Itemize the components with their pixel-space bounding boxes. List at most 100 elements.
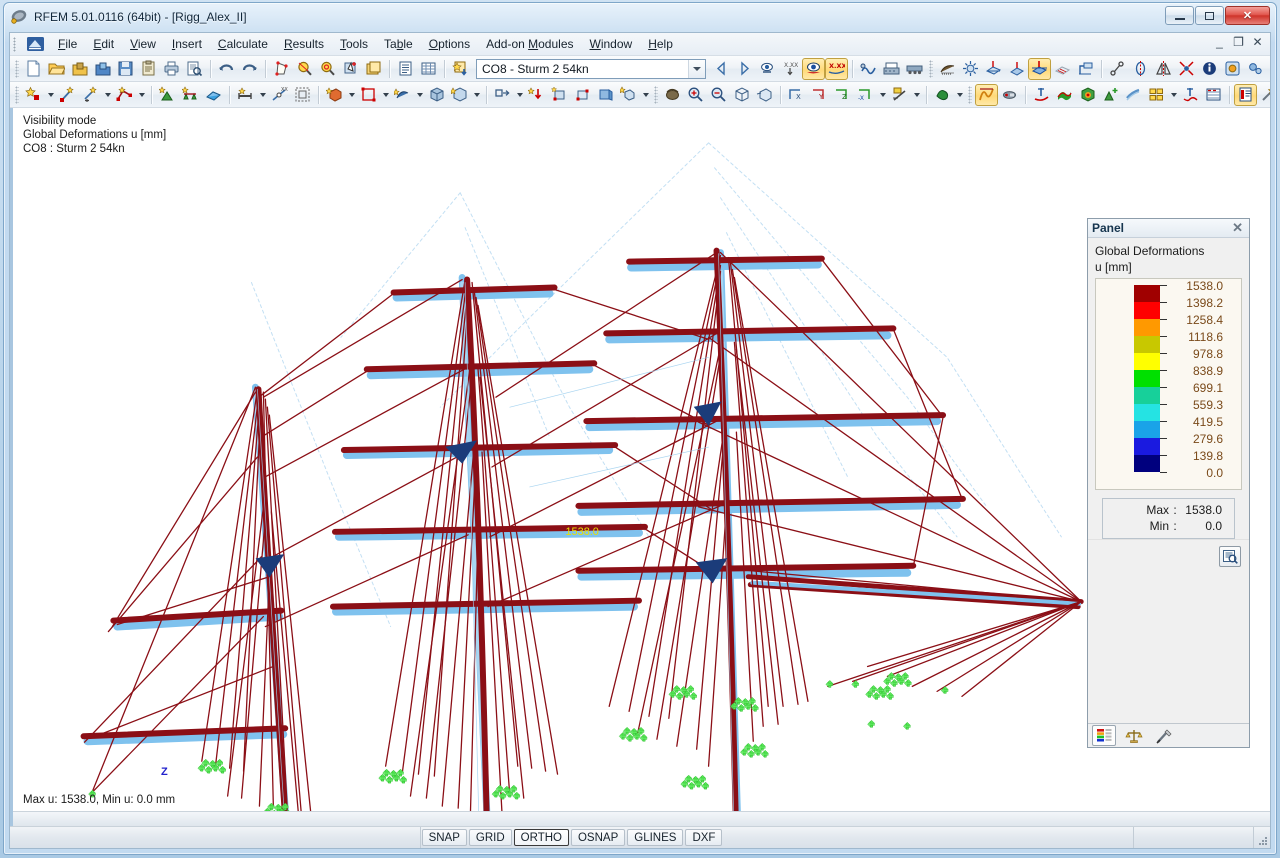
menu-help[interactable]: Help xyxy=(640,34,681,54)
train-icon[interactable] xyxy=(903,58,926,80)
filter-tab[interactable] xyxy=(1152,725,1176,746)
table-list-icon[interactable] xyxy=(394,58,417,80)
mdi-close-button[interactable]: ✕ xyxy=(1251,36,1264,48)
new-line-support-icon[interactable] xyxy=(179,84,202,106)
view-clip-dropdown[interactable] xyxy=(911,84,922,106)
new-opening-icon[interactable] xyxy=(291,84,314,106)
new-polyline-icon[interactable] xyxy=(113,84,136,106)
new-node-icon[interactable] xyxy=(22,84,45,106)
mdi-restore-button[interactable]: ❐ xyxy=(1232,36,1245,48)
copy-object-dropdown[interactable] xyxy=(471,84,482,106)
zoom-all-icon[interactable] xyxy=(316,58,339,80)
menubar-grip[interactable] xyxy=(13,37,16,52)
show-results-icon[interactable] xyxy=(802,58,825,80)
zoom-in-icon[interactable] xyxy=(684,84,707,106)
coordinate-system-icon[interactable] xyxy=(1074,58,1097,80)
next-case-icon[interactable] xyxy=(733,58,756,80)
view-toolbar-grip[interactable] xyxy=(654,86,658,104)
menu-view[interactable]: View xyxy=(122,34,164,54)
extrude-icon[interactable] xyxy=(594,84,617,106)
main-toolbar-grip[interactable] xyxy=(15,60,19,78)
prev-case-icon[interactable] xyxy=(710,58,733,80)
menu-tools[interactable]: Tools xyxy=(332,34,376,54)
result-labels-icon[interactable]: X.XX xyxy=(825,58,848,80)
view-perspective-icon[interactable] xyxy=(753,84,776,106)
menu-window[interactable]: Window xyxy=(582,34,641,54)
folder-icon[interactable] xyxy=(362,58,385,80)
menu-file[interactable]: FFileile xyxy=(50,34,85,54)
new-load-dropdown[interactable] xyxy=(380,84,391,106)
new-dimension-icon[interactable] xyxy=(79,84,102,106)
status-grid-button[interactable]: GRID xyxy=(469,829,512,846)
panels-icon[interactable] xyxy=(1145,84,1168,106)
pick-icon[interactable] xyxy=(339,58,362,80)
print-icon[interactable] xyxy=(160,58,183,80)
color-legend[interactable]: 1538.01398.21258.41118.6978.8838.9699.15… xyxy=(1095,278,1242,490)
result-numeric-icon[interactable]: X.XX xyxy=(779,58,802,80)
secondary-toolbar-grip[interactable] xyxy=(15,86,19,104)
grid-icon[interactable] xyxy=(1051,58,1074,80)
new-node-dropdown[interactable] xyxy=(45,84,56,106)
cube-icon[interactable] xyxy=(425,84,448,106)
new-nodal-load-dropdown[interactable] xyxy=(414,84,425,106)
section-icon[interactable] xyxy=(998,84,1021,106)
menu-addon-modules[interactable]: Add-on Modules xyxy=(478,34,581,54)
result-values-icon[interactable] xyxy=(756,58,779,80)
snap-settings-icon[interactable] xyxy=(959,58,982,80)
menu-table[interactable]: Table xyxy=(376,34,421,54)
diagram-icon[interactable] xyxy=(1179,84,1202,106)
shading-icon[interactable] xyxy=(931,84,954,106)
new-polyline-dropdown[interactable] xyxy=(136,84,147,106)
workplane-xz-icon[interactable] xyxy=(1028,58,1051,80)
gears-icon[interactable] xyxy=(1244,58,1267,80)
mesh-icon[interactable] xyxy=(936,58,959,80)
new-line-icon[interactable] xyxy=(56,84,79,106)
save-as-icon[interactable] xyxy=(68,58,91,80)
render-icon[interactable] xyxy=(270,58,293,80)
smooth-icon[interactable] xyxy=(1122,84,1145,106)
open-file-icon[interactable] xyxy=(45,58,68,80)
load-case-combo[interactable]: CO8 - Sturm 2 54kn xyxy=(476,59,706,79)
zoom-out-icon[interactable] xyxy=(707,84,730,106)
menu-options[interactable]: Options xyxy=(421,34,478,54)
new-member-icon[interactable] xyxy=(234,84,257,106)
view-iso-icon[interactable] xyxy=(730,84,753,106)
new-surface-icon[interactable] xyxy=(202,84,225,106)
grid-table-icon[interactable] xyxy=(417,58,440,80)
move-object-dropdown[interactable] xyxy=(514,84,525,106)
view-negx-icon[interactable]: -X xyxy=(854,84,877,106)
printout-report-icon[interactable] xyxy=(880,58,903,80)
menu-results[interactable]: Results xyxy=(276,34,332,54)
document-horizontal-scrollbar[interactable] xyxy=(13,811,1270,826)
info-icon[interactable] xyxy=(1198,58,1221,80)
view-z-icon[interactable]: Z xyxy=(831,84,854,106)
zoom-select-icon[interactable] xyxy=(293,58,316,80)
copy-object-icon[interactable] xyxy=(448,84,471,106)
view-dropdown[interactable] xyxy=(877,84,888,106)
resize-grip[interactable] xyxy=(1254,827,1270,848)
solid-result-icon[interactable] xyxy=(1076,84,1099,106)
workplane-yz-icon[interactable] xyxy=(1005,58,1028,80)
new-solid-icon[interactable] xyxy=(323,84,346,106)
close-button[interactable]: ✕ xyxy=(1225,6,1270,25)
maximize-button[interactable] xyxy=(1195,6,1224,25)
model-viewport[interactable]: Visibility mode Global Deformations u [m… xyxy=(10,108,1270,826)
animate-icon[interactable] xyxy=(857,58,880,80)
pan-icon[interactable] xyxy=(661,84,684,106)
status-snap-button[interactable]: SNAP xyxy=(422,829,467,846)
scale-object-icon[interactable] xyxy=(548,84,571,106)
menu-insert[interactable]: Insert xyxy=(164,34,210,54)
clipboard-icon[interactable] xyxy=(137,58,160,80)
deformation-icon[interactable] xyxy=(975,84,998,106)
group-icon[interactable] xyxy=(571,84,594,106)
view-x-icon[interactable]: X xyxy=(785,84,808,106)
print-preview-icon[interactable] xyxy=(183,58,206,80)
new-nodal-load-icon[interactable] xyxy=(391,84,414,106)
detail-zoom-icon[interactable] xyxy=(1219,546,1241,567)
save-icon[interactable] xyxy=(114,58,137,80)
menu-calculate[interactable]: Calculate xyxy=(210,34,276,54)
new-member-dropdown[interactable] xyxy=(257,84,268,106)
explode-icon[interactable] xyxy=(1175,58,1198,80)
menu-edit[interactable]: Edit xyxy=(85,34,122,54)
workplane-xy-icon[interactable] xyxy=(982,58,1005,80)
